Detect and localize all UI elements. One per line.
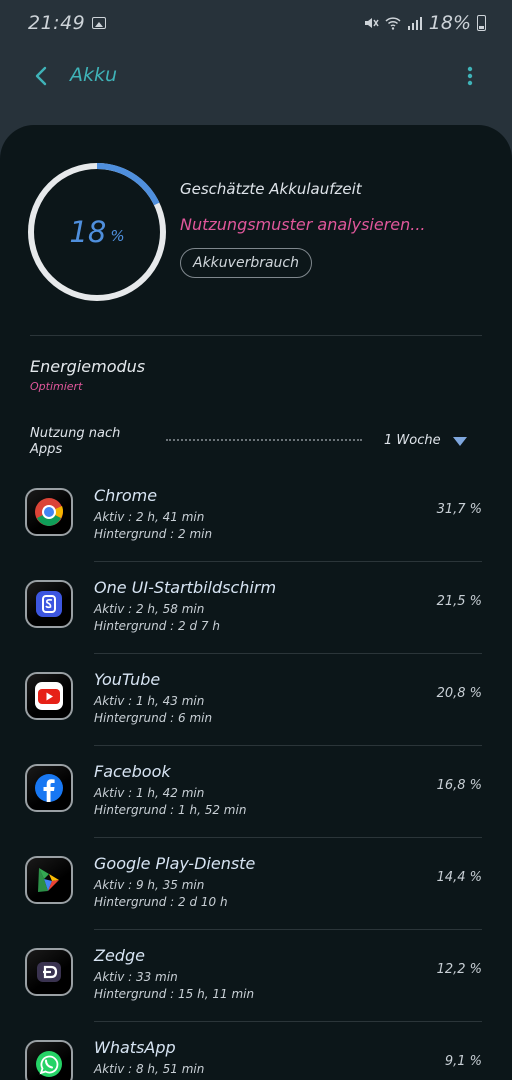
battery-usage-button[interactable]: Akkuverbrauch bbox=[180, 248, 312, 278]
app-percent: 31,7 % bbox=[436, 502, 482, 517]
caret-down-icon bbox=[453, 437, 467, 446]
app-name: Google Play-Dienste bbox=[94, 854, 256, 873]
app-row-one-ui-home[interactable]: One UI-Startbildschirm Aktiv : 2 h, 58 m… bbox=[0, 562, 512, 654]
app-background-time: Hintergrund : 6 min bbox=[94, 711, 213, 725]
energy-mode-value: Optimiert bbox=[30, 380, 83, 393]
energy-mode-title: Energiemodus bbox=[30, 357, 146, 376]
app-active-time: Aktiv : 1 h, 42 min bbox=[94, 786, 205, 800]
estimate-label: Geschätzte Akkulaufzeit bbox=[180, 180, 362, 198]
battery-level: 18 % bbox=[26, 161, 168, 303]
app-name: Facebook bbox=[94, 762, 171, 781]
app-name: One UI-Startbildschirm bbox=[94, 578, 277, 597]
app-bar: Akku bbox=[0, 50, 512, 106]
more-vertical-icon[interactable] bbox=[458, 64, 482, 88]
app-name: Chrome bbox=[94, 486, 158, 505]
battery-icon bbox=[477, 15, 486, 31]
app-name: WhatsApp bbox=[94, 1038, 176, 1057]
battery-level-unit: % bbox=[110, 227, 125, 245]
status-battery-percent: 18% bbox=[428, 12, 471, 34]
app-percent: 20,8 % bbox=[436, 686, 482, 701]
youtube-icon bbox=[25, 672, 73, 720]
app-row-chrome[interactable]: Chrome Aktiv : 2 h, 41 min Hintergrund :… bbox=[0, 470, 512, 562]
google-play-services-icon bbox=[25, 856, 73, 904]
app-active-time: Aktiv : 8 h, 51 min bbox=[94, 1062, 205, 1076]
status-time: 21:49 bbox=[28, 12, 86, 34]
battery-level-number: 18 bbox=[69, 215, 107, 249]
app-row-google-play-services[interactable]: Google Play-Dienste Aktiv : 9 h, 35 min … bbox=[0, 838, 512, 930]
app-row-whatsapp[interactable]: WhatsApp Aktiv : 8 h, 51 min 9,1 % bbox=[0, 1022, 512, 1080]
app-active-time: Aktiv : 1 h, 43 min bbox=[94, 694, 205, 708]
whatsapp-icon bbox=[25, 1040, 73, 1080]
period-value: 1 Woche bbox=[384, 433, 441, 448]
app-background-time: Hintergrund : 2 min bbox=[94, 527, 213, 541]
samsung-home-icon bbox=[25, 580, 73, 628]
signal-icon bbox=[407, 17, 422, 30]
app-percent: 9,1 % bbox=[444, 1054, 482, 1069]
app-row-youtube[interactable]: YouTube Aktiv : 1 h, 43 min Hintergrund … bbox=[0, 654, 512, 746]
status-icons: 18% bbox=[363, 12, 486, 34]
battery-panel: 18 % Geschätzte Akkulaufzeit Nutzungsmus… bbox=[0, 125, 512, 1080]
page-title: Akku bbox=[70, 64, 118, 86]
divider bbox=[30, 335, 482, 336]
image-icon bbox=[92, 17, 106, 29]
app-name: YouTube bbox=[94, 670, 161, 689]
app-background-time: Hintergrund : 15 h, 11 min bbox=[94, 987, 255, 1001]
chrome-icon bbox=[25, 488, 73, 536]
dotted-separator bbox=[166, 439, 362, 441]
app-active-time: Aktiv : 33 min bbox=[94, 970, 178, 984]
app-row-zedge[interactable]: Zedge Aktiv : 33 min Hintergrund : 15 h,… bbox=[0, 930, 512, 1022]
app-percent: 12,2 % bbox=[436, 962, 482, 977]
app-background-time: Hintergrund : 1 h, 52 min bbox=[94, 803, 247, 817]
app-percent: 21,5 % bbox=[436, 594, 482, 609]
app-percent: 16,8 % bbox=[436, 778, 482, 793]
status-bar: 21:49 18% bbox=[0, 0, 512, 50]
app-row-facebook[interactable]: Facebook Aktiv : 1 h, 42 min Hintergrund… bbox=[0, 746, 512, 838]
app-active-time: Aktiv : 2 h, 58 min bbox=[94, 602, 205, 616]
app-background-time: Hintergrund : 2 d 10 h bbox=[94, 895, 228, 909]
chevron-left-icon[interactable] bbox=[30, 64, 54, 88]
app-background-time: Hintergrund : 2 d 7 h bbox=[94, 619, 220, 633]
zedge-icon bbox=[25, 948, 73, 996]
app-name: Zedge bbox=[94, 946, 145, 965]
facebook-icon bbox=[25, 764, 73, 812]
usage-by-apps-label: Nutzung nach Apps bbox=[30, 426, 121, 457]
app-active-time: Aktiv : 2 h, 41 min bbox=[94, 510, 205, 524]
estimate-value: Nutzungsmuster analysieren... bbox=[180, 215, 426, 234]
mute-icon bbox=[364, 18, 379, 28]
wifi-icon bbox=[385, 17, 401, 30]
app-active-time: Aktiv : 9 h, 35 min bbox=[94, 878, 205, 892]
app-percent: 14,4 % bbox=[436, 870, 482, 885]
